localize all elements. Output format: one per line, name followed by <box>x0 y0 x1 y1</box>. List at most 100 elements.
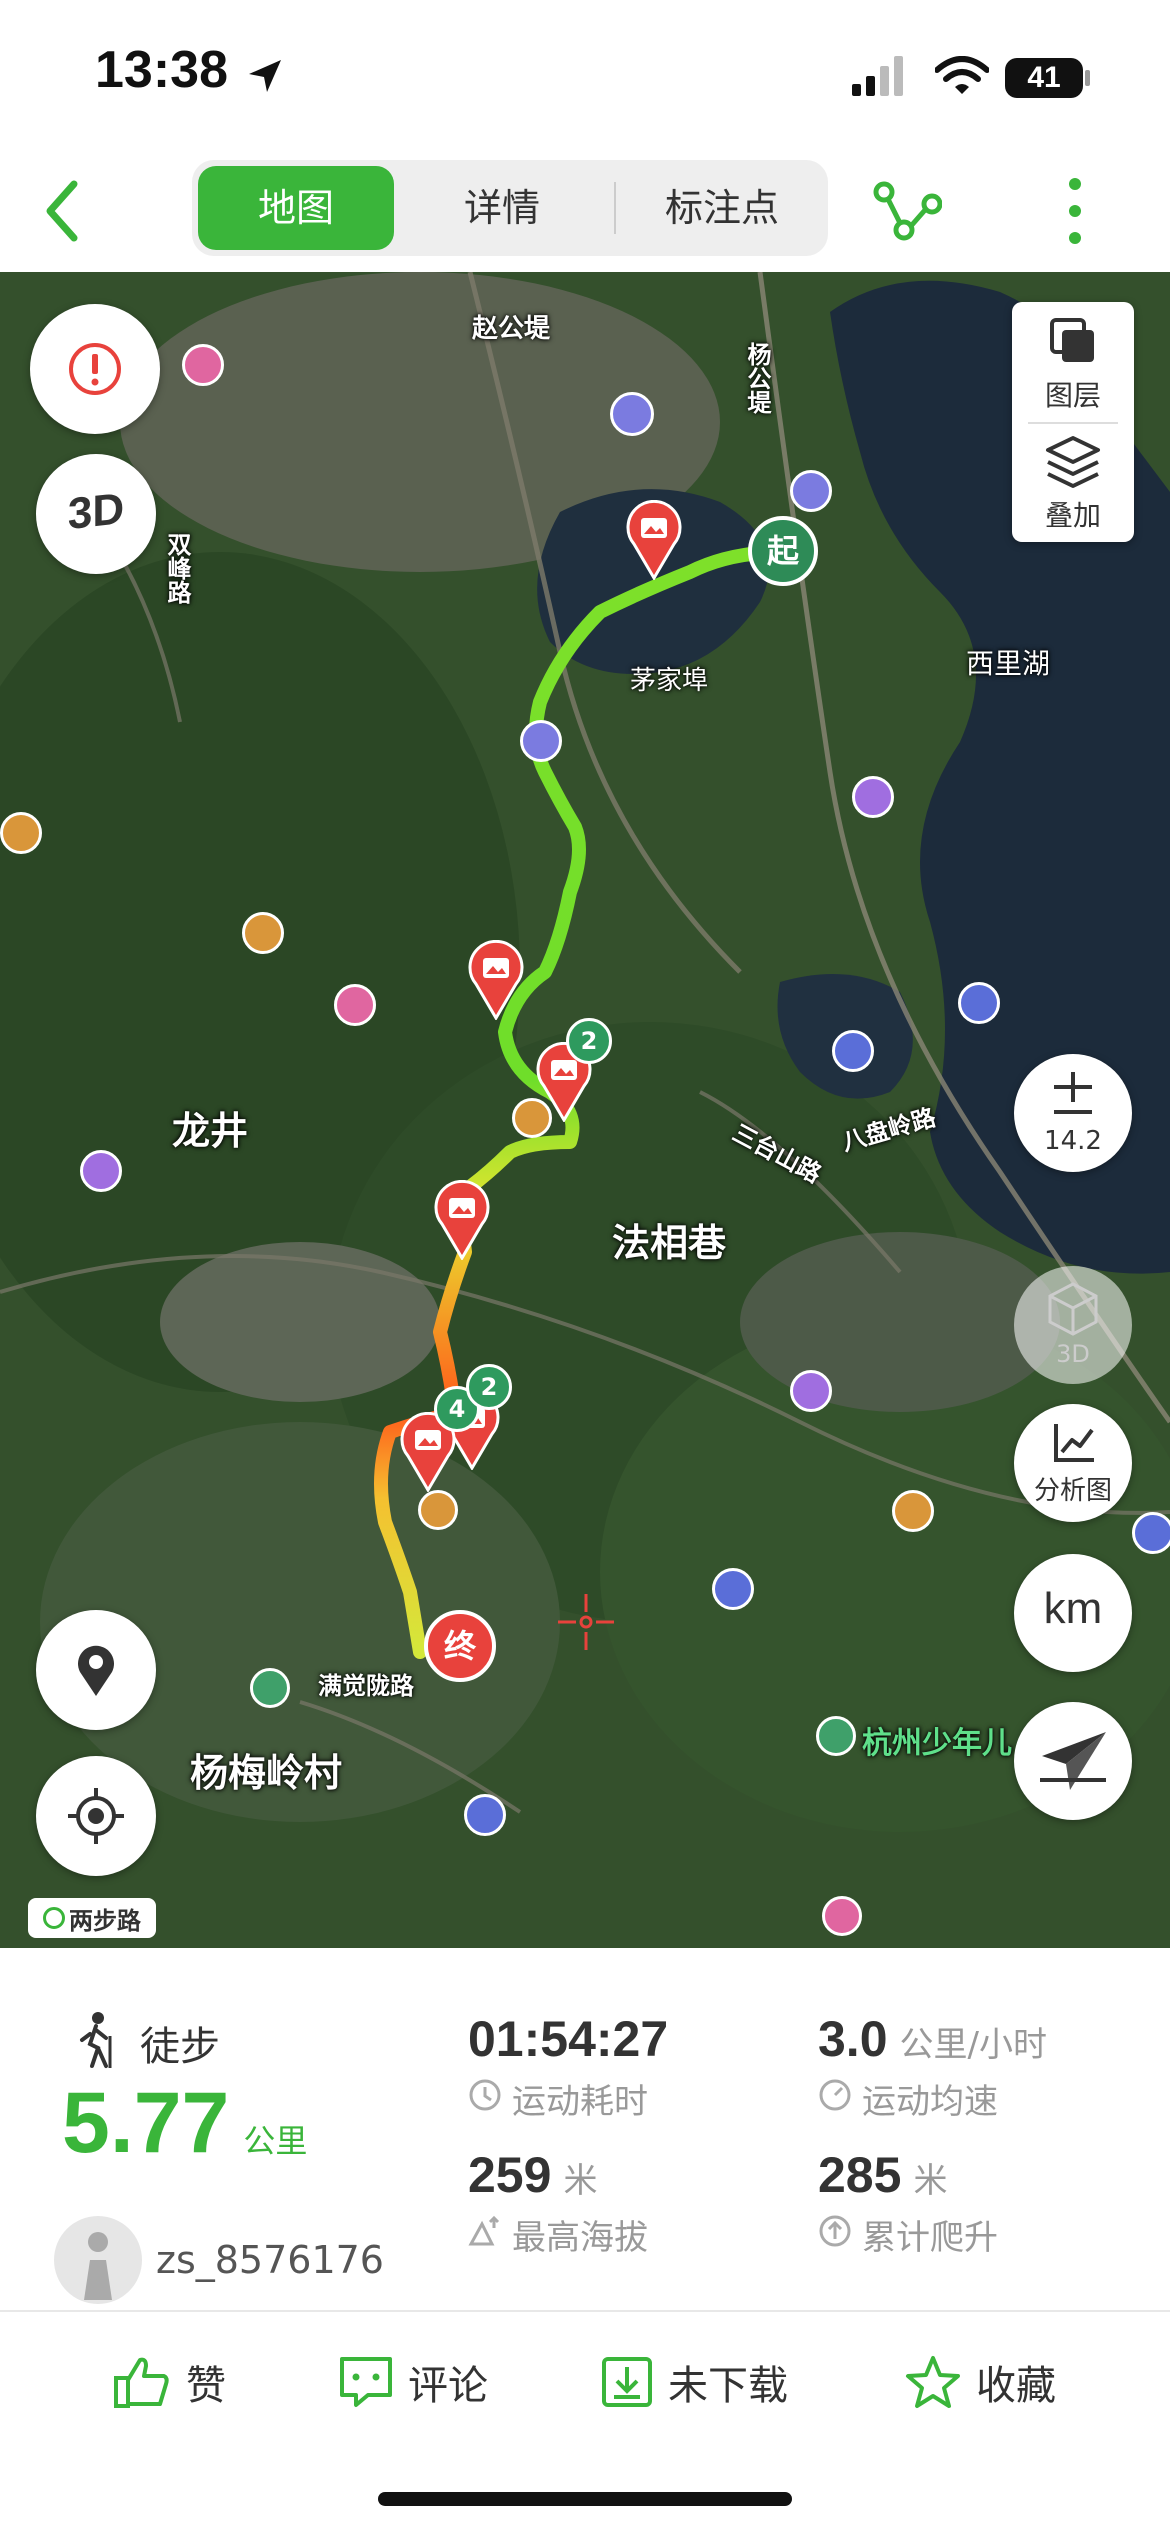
route-share-icon[interactable] <box>872 174 942 244</box>
analysis-chart-button[interactable]: 分析图 <box>1014 1404 1132 1522</box>
view-segmented-control: 地图 详情 标注点 <box>192 160 828 256</box>
comment-button[interactable]: 评论 <box>338 2352 488 2412</box>
museum-poi-icon[interactable] <box>712 1568 754 1610</box>
footprint-button[interactable] <box>36 1610 156 1730</box>
photo-marker-icon[interactable] <box>434 1180 490 1260</box>
battery-tip <box>1085 70 1090 86</box>
status-bar: 13:38 41 <box>0 0 1170 150</box>
place-label-xilihu: 西里湖 <box>966 647 1051 680</box>
username[interactable]: zs_8576176 <box>156 2238 384 2282</box>
watermark-logo: 两步路 <box>28 1898 156 1938</box>
clock-icon <box>469 2079 501 2111</box>
paper-plane-icon <box>1040 1732 1106 1790</box>
alert-icon <box>69 343 121 395</box>
report-button[interactable] <box>30 304 160 434</box>
park-poi-icon[interactable] <box>816 1716 856 1756</box>
road-label-shuangfeng: 双峰路 <box>163 532 191 604</box>
place-label-faxiangxiang: 法相巷 <box>612 1221 727 1265</box>
mountain-poi-icon[interactable] <box>0 812 42 854</box>
place-label-yangmeiling: 杨梅岭村 <box>190 1751 343 1795</box>
max-altitude-value: 259 <box>468 2147 552 2203</box>
tab-waypoints[interactable]: 标注点 <box>622 166 822 250</box>
museum-poi-icon[interactable] <box>958 982 1000 1024</box>
hotel-poi-icon[interactable] <box>790 1370 832 1412</box>
zoo-poi-icon[interactable] <box>822 1896 862 1936</box>
museum-poi-icon[interactable] <box>832 1030 874 1072</box>
hotel-poi-icon[interactable] <box>80 1150 122 1192</box>
wifi-icon <box>935 56 989 94</box>
climb-unit: 米 <box>913 2161 948 2201</box>
speed-label: 运动均速 <box>862 2082 998 2122</box>
cluster-count-badge[interactable]: 2 <box>466 1364 512 1410</box>
location-arrow-icon <box>249 60 281 92</box>
cellular-signal-icon <box>852 56 903 96</box>
download-button[interactable]: 未下载 <box>600 2352 788 2412</box>
layers-button[interactable]: 图层 <box>1012 302 1134 422</box>
mountain-poi-icon[interactable] <box>242 912 284 954</box>
place-label-maojiabu: 茅家埠 <box>630 666 709 696</box>
hospital-poi-icon[interactable] <box>182 344 224 386</box>
museum-poi-icon[interactable] <box>790 470 832 512</box>
mountain-poi-icon[interactable] <box>892 1490 934 1532</box>
museum-poi-icon[interactable] <box>464 1794 506 1836</box>
duration-value: 01:54:27 <box>468 2011 669 2067</box>
zoom-button[interactable]: 14.2 <box>1014 1054 1132 1172</box>
unit-toggle-button[interactable]: km <box>1014 1554 1132 1672</box>
3d-icon: 3D <box>68 484 124 539</box>
3d-terrain-button[interactable]: 3D <box>36 454 156 574</box>
home-indicator <box>378 2492 792 2506</box>
max-altitude-label: 最高海拔 <box>512 2218 648 2258</box>
layers-icon <box>1050 318 1094 362</box>
mountain-poi-icon[interactable] <box>418 1490 458 1530</box>
layer-panel: 图层 叠加 <box>1012 302 1134 542</box>
thumbs-up-icon <box>114 2357 169 2408</box>
3d-view-button[interactable]: 3D <box>1014 1266 1132 1384</box>
max-altitude-unit: 米 <box>563 2161 598 2201</box>
end-marker[interactable]: 终 <box>424 1610 496 1682</box>
hotel-poi-icon[interactable] <box>852 776 894 818</box>
start-marker[interactable]: 起 <box>748 516 818 586</box>
crosshair-icon <box>558 1594 614 1650</box>
climb-readout: 285 米 <box>818 2146 947 2204</box>
tab-map[interactable]: 地图 <box>198 166 394 250</box>
altitude-icon <box>468 2215 500 2246</box>
museum-poi-icon[interactable] <box>520 720 562 762</box>
avatar[interactable] <box>54 2216 142 2304</box>
favorite-button[interactable]: 收藏 <box>904 2352 1056 2412</box>
activity-type: 徒步 <box>140 2024 220 2070</box>
line-chart-icon <box>1054 1424 1094 1462</box>
park-poi-icon[interactable] <box>250 1668 290 1708</box>
overlay-button[interactable]: 叠加 <box>1012 422 1134 542</box>
tab-details[interactable]: 详情 <box>404 166 600 250</box>
road-label-zhaogongdi: 赵公堤 <box>472 314 551 344</box>
speed-readout: 3.0 公里/小时 <box>818 2010 1047 2068</box>
temple-poi-icon[interactable] <box>334 984 376 1026</box>
segment-divider <box>614 182 616 234</box>
place-label-longjing: 龙井 <box>172 1109 249 1153</box>
overlay-stack-icon <box>1046 436 1100 488</box>
speed-unit: 公里/小时 <box>899 2025 1047 2065</box>
back-chevron-icon[interactable] <box>40 178 84 244</box>
photo-marker-icon[interactable] <box>468 940 524 1020</box>
svg-text:3D: 3D <box>68 484 124 539</box>
max-altitude-readout: 259 米 <box>468 2146 597 2204</box>
flyover-button[interactable] <box>1014 1702 1132 1820</box>
place-label-shaonian: 杭州少年儿 <box>862 1726 1012 1761</box>
stats-panel: 徒步 5.77 公里 zs_8576176 01:54:27 运动耗时 3.0 … <box>0 1948 1170 2310</box>
zoom-plus-minus-icon <box>1054 1072 1092 1114</box>
cluster-count-badge[interactable]: 2 <box>566 1018 612 1064</box>
photo-marker-icon[interactable] <box>626 500 682 580</box>
download-icon <box>602 2357 652 2407</box>
map-view[interactable]: 赵公堤 杨公堤 双峰路 茅家埠 西里湖 龙井 法相巷 三台山路 八盘岭路 满觉陇… <box>0 272 1170 1948</box>
museum-poi-icon[interactable] <box>610 392 654 436</box>
avatar-hiker-icon <box>84 2232 112 2300</box>
locate-me-button[interactable] <box>36 1756 156 1876</box>
museum-poi-icon[interactable] <box>1132 1512 1170 1554</box>
status-time: 13:38 <box>95 41 228 99</box>
ascent-icon <box>819 2215 851 2247</box>
more-menu-icon[interactable] <box>1060 176 1090 246</box>
speed-value: 3.0 <box>818 2011 888 2067</box>
climb-label: 累计爬升 <box>862 2218 998 2258</box>
distance-unit: 公里 <box>243 2122 308 2160</box>
like-button[interactable]: 赞 <box>112 2352 226 2412</box>
